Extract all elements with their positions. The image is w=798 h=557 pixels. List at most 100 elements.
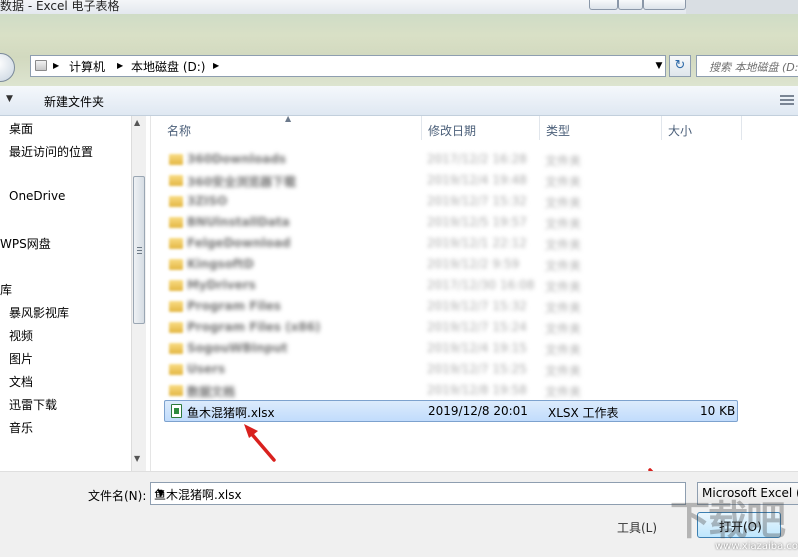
new-folder-button[interactable]: 新建文件夹 xyxy=(44,93,104,110)
folder-date: 2019/12/5 19:57 xyxy=(427,215,527,229)
nav-item-pictures[interactable]: 图片 xyxy=(9,350,33,367)
folder-icon xyxy=(169,322,183,333)
folder-name: 360Downloads xyxy=(187,152,287,166)
nav-item-desktop[interactable]: 桌面 xyxy=(9,120,33,137)
folder-row[interactable]: FelgeDownload 2019/12/1 22:12 文件夹 xyxy=(165,234,751,254)
sort-ascending-icon: ▲ xyxy=(285,114,292,123)
nav-item-libraries[interactable]: 库 xyxy=(0,281,12,298)
breadcrumb-computer[interactable]: 计算机 xyxy=(69,58,105,75)
folder-name: SogouWBInput xyxy=(187,341,288,355)
column-header-name[interactable]: 名称 xyxy=(167,122,191,139)
folder-icon xyxy=(169,385,183,396)
breadcrumb-drive-d[interactable]: 本地磁盘 (D:) xyxy=(131,58,205,75)
excel-file-icon xyxy=(171,404,182,418)
nav-item-music[interactable]: 音乐 xyxy=(9,419,33,436)
folder-icon xyxy=(169,238,183,249)
folder-type: 文件夹 xyxy=(545,322,582,336)
chevron-right-icon[interactable]: ▶ xyxy=(117,61,123,70)
folder-row[interactable]: 3ZISO 2019/12/7 15:32 文件夹 xyxy=(165,192,751,212)
nav-item-recent[interactable]: 最近访问的位置 xyxy=(9,143,93,160)
refresh-icon: ↻ xyxy=(674,58,686,73)
folder-date: 2019/12/7 15:32 xyxy=(427,299,527,313)
folder-date: 2019/12/1 22:12 xyxy=(427,236,527,250)
navigation-pane: 桌面 最近访问的位置 OneDrive WPS网盘 库 暴风影视库 视频 图片 … xyxy=(0,116,130,471)
column-separator[interactable] xyxy=(421,116,422,140)
minimize-button[interactable] xyxy=(589,0,618,10)
folder-row[interactable]: BNUlnstallData 2019/12/5 19:57 文件夹 xyxy=(165,213,751,233)
folder-icon xyxy=(169,154,183,165)
nav-item-onedrive[interactable]: OneDrive xyxy=(9,189,65,203)
filename-label: 文件名(N): xyxy=(88,489,147,503)
watermark-site: www.xiazaiba.com xyxy=(715,541,798,552)
scroll-up-icon[interactable]: ▲ xyxy=(134,118,140,127)
folder-type: 文件夹 xyxy=(545,238,582,252)
folder-row[interactable]: SogouWBInput 2019/12/4 19:15 文件夹 xyxy=(165,339,751,359)
window-title: 数据 - Excel 电子表格 xyxy=(0,0,120,13)
folder-icon xyxy=(169,301,183,312)
folder-type: 文件夹 xyxy=(545,196,582,210)
folder-name: Users xyxy=(187,362,226,376)
nav-scrollbar[interactable]: ▲ ▼ xyxy=(131,116,146,471)
folder-name: Program Files (x86) xyxy=(187,320,321,334)
view-options-icon[interactable] xyxy=(780,94,794,106)
tools-label: 工具(L) xyxy=(617,521,658,535)
background-window xyxy=(686,0,798,14)
folder-icon xyxy=(169,280,183,291)
folder-type: 文件夹 xyxy=(545,301,582,315)
folder-name: 360安全浏览器下载 xyxy=(187,175,297,189)
folder-row[interactable]: Users 2019/12/7 15:25 文件夹 xyxy=(165,360,751,380)
refresh-button[interactable]: ↻ xyxy=(669,55,691,77)
folder-row[interactable]: KingsoftD 2019/12/2 9:59 文件夹 xyxy=(165,255,751,275)
folder-type: 文件夹 xyxy=(545,343,582,357)
folder-type: 文件夹 xyxy=(545,364,582,378)
address-bar[interactable]: ▶ 计算机 ▶ 本地磁盘 (D:) ▶ ▼ xyxy=(30,55,666,77)
filename-dropdown-icon[interactable]: ▼ xyxy=(154,486,168,503)
column-separator[interactable] xyxy=(661,116,662,140)
folder-icon xyxy=(169,196,183,207)
folder-name: FelgeDownload xyxy=(187,236,291,250)
folder-name: MyDrivers xyxy=(187,278,256,292)
folder-type: 文件夹 xyxy=(545,385,582,399)
folder-name: BNUlnstallData xyxy=(187,215,290,229)
folder-row[interactable]: 数据文档 2019/12/8 19:58 文件夹 xyxy=(165,381,751,401)
search-input[interactable]: 搜索 本地磁盘 (D:) xyxy=(696,55,798,77)
folder-row[interactable]: Program Files (x86) 2019/12/7 15:24 文件夹 xyxy=(165,318,751,338)
scroll-down-icon[interactable]: ▼ xyxy=(134,454,140,463)
chevron-right-icon[interactable]: ▶ xyxy=(53,61,59,70)
folder-date: 2019/12/7 15:24 xyxy=(427,320,527,334)
folder-date: 2019/12/8 19:58 xyxy=(427,383,527,397)
nav-item-baofeng[interactable]: 暴风影视库 xyxy=(9,304,69,321)
nav-item-documents[interactable]: 文档 xyxy=(9,373,33,390)
folder-type: 文件夹 xyxy=(545,175,582,189)
folder-icon xyxy=(169,217,183,228)
nav-item-wps-cloud[interactable]: WPS网盘 xyxy=(0,235,51,252)
folder-row[interactable]: 360Downloads 2017/12/2 16:28 文件夹 xyxy=(165,150,751,170)
nav-item-thunder-downloads[interactable]: 迅雷下载 xyxy=(9,396,57,413)
column-header-date[interactable]: 修改日期 xyxy=(428,122,476,139)
folder-row[interactable]: Program Files 2019/12/7 15:32 文件夹 xyxy=(165,297,751,317)
chevron-right-icon[interactable]: ▶ xyxy=(213,61,219,70)
column-separator[interactable] xyxy=(539,116,540,140)
folder-icon xyxy=(169,259,183,270)
search-placeholder: 搜索 本地磁盘 (D:) xyxy=(709,61,798,74)
column-separator[interactable] xyxy=(741,116,742,140)
column-header-type[interactable]: 类型 xyxy=(546,122,570,139)
selected-file-row[interactable]: 鱼木混猪啊.xlsx 2019/12/8 20:01 XLSX 工作表 10 K… xyxy=(164,400,738,422)
close-button[interactable] xyxy=(643,0,686,10)
folder-name: 数据文档 xyxy=(187,385,236,399)
scrollbar-thumb[interactable] xyxy=(133,176,145,324)
folder-date: 2019/12/7 15:32 xyxy=(427,194,527,208)
folder-name: 3ZISO xyxy=(187,194,228,208)
column-header-size[interactable]: 大小 xyxy=(668,122,692,139)
nav-item-videos[interactable]: 视频 xyxy=(9,327,33,344)
maximize-button[interactable] xyxy=(618,0,643,10)
folder-icon xyxy=(169,175,183,186)
folder-row[interactable]: 360安全浏览器下载 2019/12/4 19:48 文件夹 xyxy=(165,171,751,191)
filename-input[interactable]: 鱼木混猪啊.xlsx ▼ xyxy=(150,482,686,505)
folder-date: 2019/12/7 15:25 xyxy=(427,362,527,376)
address-dropdown-icon[interactable]: ▼ xyxy=(653,58,665,74)
folder-type: 文件夹 xyxy=(545,217,582,231)
folder-row[interactable]: MyDrivers 2017/12/30 16:08 文件夹 xyxy=(165,276,751,296)
organize-dropdown-icon[interactable]: ▼ xyxy=(6,94,13,104)
file-size: 10 KB xyxy=(700,404,736,418)
